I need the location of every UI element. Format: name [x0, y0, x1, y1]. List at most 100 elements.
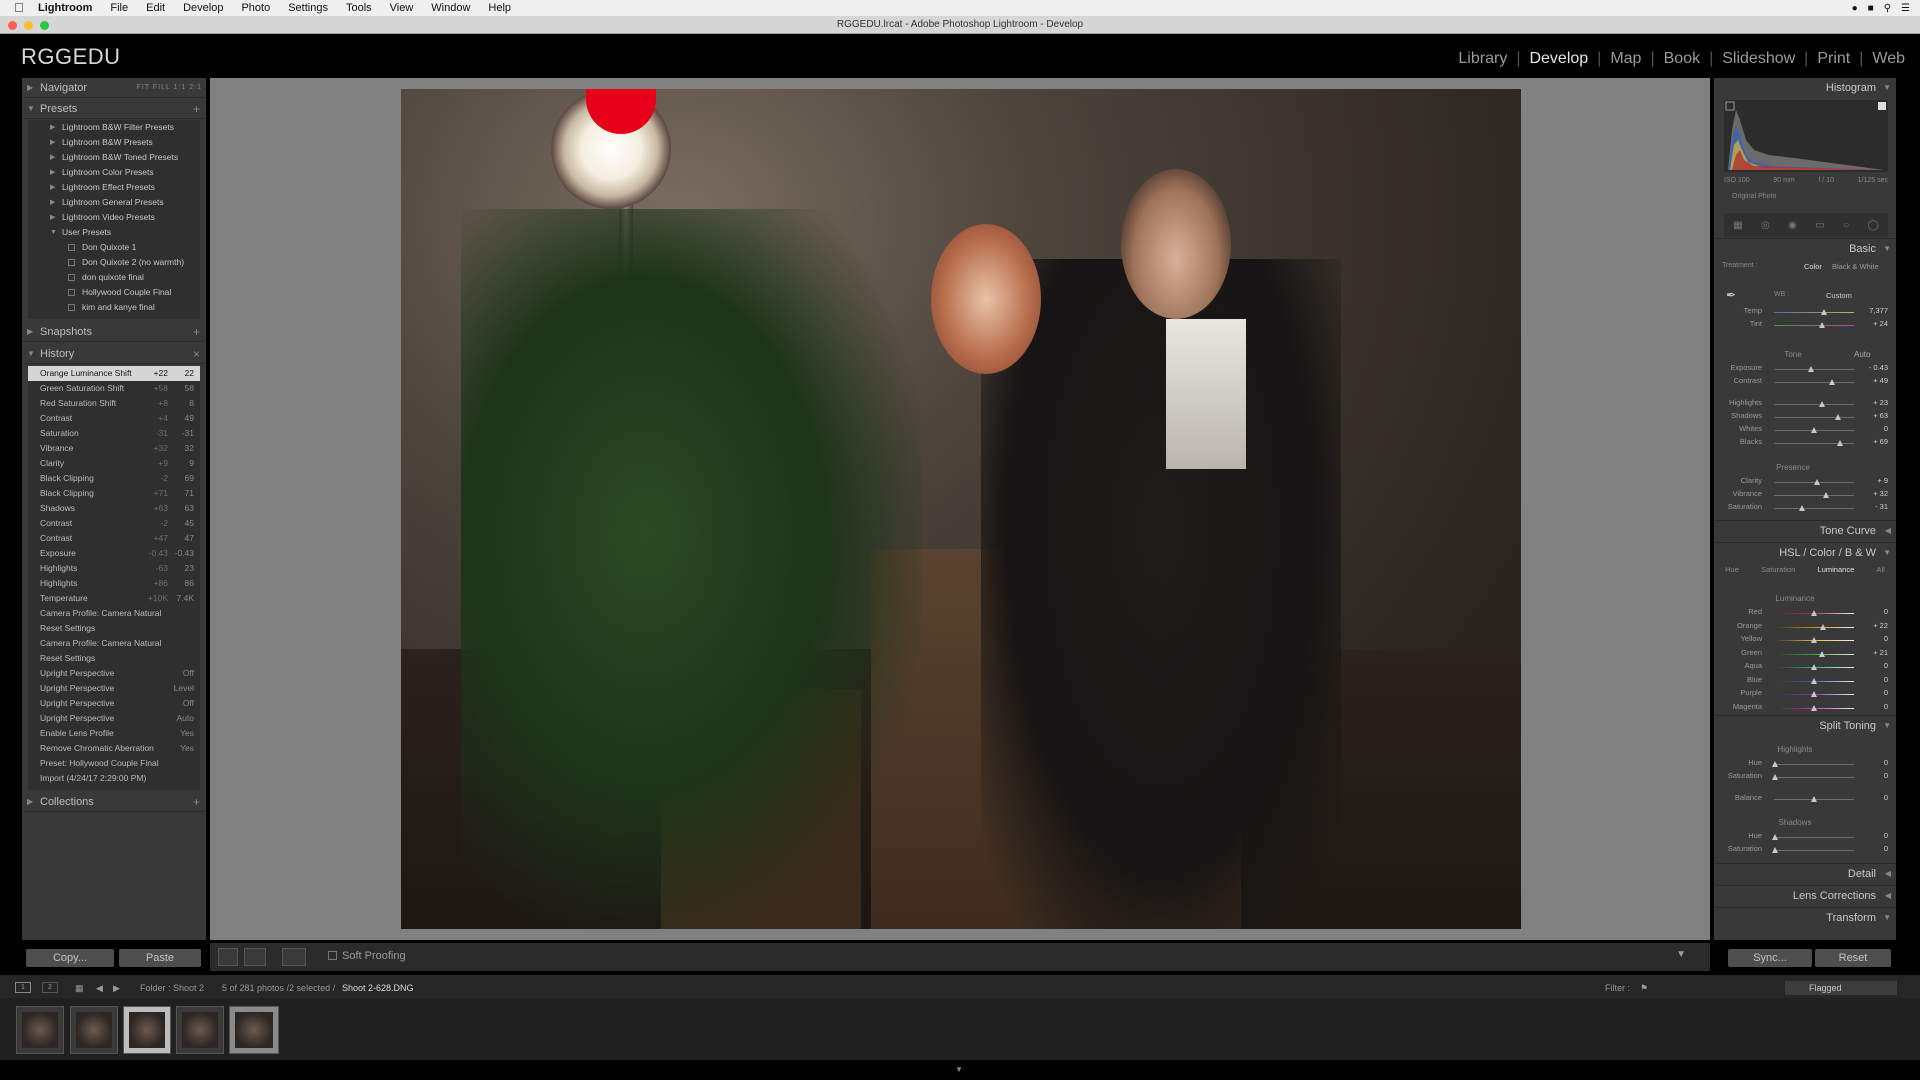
slider-value[interactable]: 0: [1884, 607, 1888, 616]
filmstrip-thumb[interactable]: [70, 1006, 118, 1054]
basic-header[interactable]: Basic ▼: [1714, 238, 1896, 258]
slider-value[interactable]: 0: [1884, 675, 1888, 684]
history-step[interactable]: Upright Perspective Level: [28, 681, 200, 696]
module-web[interactable]: Web: [1863, 50, 1914, 68]
split-highlights-saturation[interactable]: Saturation 0: [1714, 771, 1896, 784]
history-step[interactable]: Upright Perspective Off: [28, 696, 200, 711]
add-snapshot-icon[interactable]: +: [193, 322, 200, 342]
preset-folder[interactable]: ▶ Lightroom Color Presets: [28, 165, 200, 180]
slider-thumb[interactable]: [1811, 677, 1817, 684]
folder-source[interactable]: Folder : Shoot 2: [140, 979, 204, 997]
history-step[interactable]: Contrast +4 49: [28, 411, 200, 426]
menu-develop[interactable]: Develop: [183, 2, 223, 14]
history-step[interactable]: Upright Perspective Off: [28, 666, 200, 681]
slider-value[interactable]: + 23: [1873, 398, 1888, 407]
slider-value[interactable]: 0: [1884, 424, 1888, 433]
history-step[interactable]: Preset: Hollywood Couple Final: [28, 756, 200, 771]
history-step[interactable]: Black Clipping +71 71: [28, 486, 200, 501]
history-step[interactable]: Upright Perspective Auto: [28, 711, 200, 726]
history-step[interactable]: Enable Lens Profile Yes: [28, 726, 200, 741]
lens-corrections-header[interactable]: Lens Corrections ◀: [1714, 885, 1896, 905]
luminance-slider-green[interactable]: Green + 21: [1714, 648, 1896, 661]
history-step[interactable]: Vibrance +32 32: [28, 441, 200, 456]
split-highlights-hue[interactable]: Hue 0: [1714, 758, 1896, 771]
presence-slider-clarity[interactable]: Clarity + 9: [1714, 476, 1896, 489]
show-filmstrip-icon[interactable]: ▼: [955, 1065, 963, 1074]
slider-track[interactable]: [1774, 495, 1854, 496]
history-step[interactable]: Saturation -31 -31: [28, 426, 200, 441]
menu-app[interactable]: Lightroom: [38, 2, 92, 14]
toolbar-menu-chevron-icon[interactable]: ▼: [1676, 949, 1686, 960]
history-step[interactable]: Contrast -2 45: [28, 516, 200, 531]
hsl-tab-hue[interactable]: Hue: [1725, 565, 1739, 579]
graduated-filter-icon[interactable]: ▭: [1815, 220, 1824, 231]
spot-removal-icon[interactable]: ◎: [1761, 220, 1770, 231]
tone-slider-highlights[interactable]: Highlights + 23: [1714, 398, 1896, 411]
tone-curve-header[interactable]: Tone Curve ◀: [1714, 520, 1896, 540]
expand-triangle-icon[interactable]: ▶: [50, 120, 55, 135]
clear-history-icon[interactable]: ×: [193, 344, 200, 364]
split-shadows-saturation[interactable]: Saturation 0: [1714, 844, 1896, 857]
history-step[interactable]: Reset Settings: [28, 621, 200, 636]
filmstrip-thumb[interactable]: [16, 1006, 64, 1054]
filmstrip-thumb-selected[interactable]: [123, 1006, 171, 1054]
expand-triangle-icon[interactable]: ▶: [50, 150, 55, 165]
luminance-slider-yellow[interactable]: Yellow 0: [1714, 634, 1896, 647]
history-step[interactable]: Camera Profile: Camera Natural: [28, 606, 200, 621]
history-step[interactable]: Contrast +47 47: [28, 531, 200, 546]
module-library[interactable]: Library: [1449, 50, 1516, 68]
treatment-color-option[interactable]: Color: [1804, 262, 1822, 271]
slider-thumb[interactable]: [1837, 440, 1843, 446]
slider-track[interactable]: [1774, 325, 1854, 326]
slider-thumb[interactable]: [1835, 414, 1841, 420]
menu-photo[interactable]: Photo: [241, 2, 270, 14]
expand-triangle-icon[interactable]: ▶: [50, 195, 55, 210]
preset-item[interactable]: kim and kanye final: [28, 300, 200, 315]
tone-slider-whites[interactable]: Whites 0: [1714, 424, 1896, 437]
tone-slider-exposure[interactable]: Exposure - 0.43: [1714, 363, 1896, 376]
hsl-tab-all[interactable]: All: [1876, 565, 1884, 579]
preset-item[interactable]: Don Quixote 1: [28, 240, 200, 255]
apple-icon[interactable]: : [14, 1, 28, 15]
slider-value[interactable]: 7,377: [1869, 306, 1888, 315]
volume-icon[interactable]: ■: [1868, 3, 1874, 14]
red-eye-icon[interactable]: ◉: [1788, 220, 1797, 231]
slider-track[interactable]: [1774, 626, 1854, 628]
histogram-header[interactable]: Histogram ▼: [1714, 78, 1896, 98]
back-arrow-icon[interactable]: ◀: [96, 979, 103, 997]
tint-slider[interactable]: Tint + 24: [1714, 319, 1896, 332]
history-step[interactable]: Green Saturation Shift +58 58: [28, 381, 200, 396]
luminance-slider-red[interactable]: Red 0: [1714, 607, 1896, 620]
secondary-window-icon[interactable]: 2: [42, 982, 58, 993]
menu-edit[interactable]: Edit: [146, 2, 165, 14]
module-print[interactable]: Print: [1808, 50, 1859, 68]
slider-value[interactable]: 0: [1884, 702, 1888, 711]
wb-eyedropper-icon[interactable]: ✒: [1726, 288, 1736, 302]
slider-thumb[interactable]: [1799, 505, 1805, 511]
module-slideshow[interactable]: Slideshow: [1713, 50, 1804, 68]
slider-thumb[interactable]: [1819, 401, 1825, 407]
search-icon[interactable]: ⚲: [1884, 3, 1891, 14]
menu-list-icon[interactable]: ☰: [1901, 3, 1910, 14]
hsl-tab-luminance[interactable]: Luminance: [1818, 565, 1855, 579]
preset-item[interactable]: don quixote final: [28, 270, 200, 285]
preset-folder[interactable]: ▼ User Presets: [28, 225, 200, 240]
module-map[interactable]: Map: [1601, 50, 1650, 68]
before-after-icon[interactable]: [244, 948, 266, 966]
flag-filter-icon[interactable]: ⚑: [1640, 979, 1648, 997]
slider-thumb[interactable]: [1811, 610, 1817, 616]
history-step[interactable]: Reset Settings: [28, 651, 200, 666]
main-photo[interactable]: [401, 89, 1521, 929]
preset-folder[interactable]: ▶ Lightroom Effect Presets: [28, 180, 200, 195]
slider-thumb[interactable]: [1823, 492, 1829, 498]
preset-folder[interactable]: ▶ Lightroom General Presets: [28, 195, 200, 210]
slider-track[interactable]: [1774, 508, 1854, 509]
history-step[interactable]: Highlights +86 86: [28, 576, 200, 591]
slider-track[interactable]: [1774, 382, 1854, 383]
menu-tools[interactable]: Tools: [346, 2, 372, 14]
presence-slider-saturation[interactable]: Saturation - 31: [1714, 502, 1896, 515]
slider-thumb[interactable]: [1821, 309, 1827, 315]
slider-thumb[interactable]: [1811, 691, 1817, 697]
slider-track[interactable]: [1774, 417, 1854, 418]
slider-track[interactable]: [1774, 404, 1854, 405]
